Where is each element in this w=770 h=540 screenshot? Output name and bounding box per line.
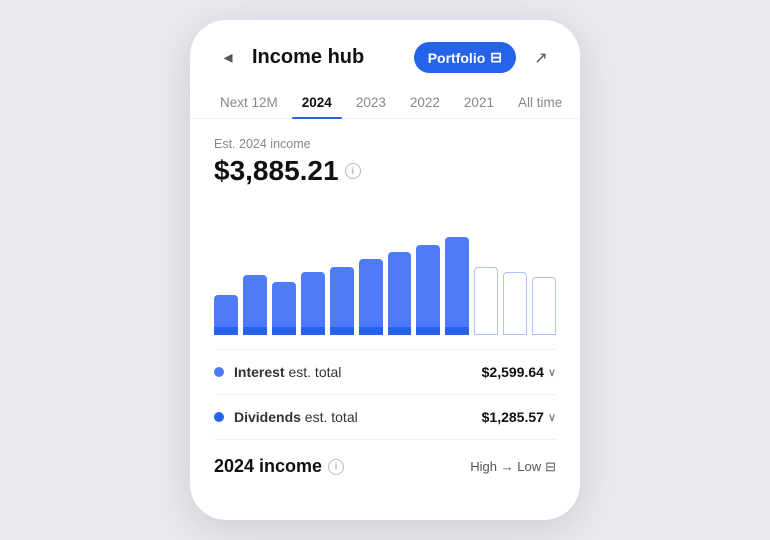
bar-base-outline-11 — [503, 327, 527, 335]
phone-card: ◂ Income hub Portfolio ⊟ ↗ Next 12M 2024… — [190, 20, 580, 520]
legend-item-dividends: Dividends est. total $1,285.57 ∨ — [214, 395, 556, 440]
bar-base-1 — [214, 327, 238, 335]
tab-2024[interactable]: 2024 — [292, 87, 342, 118]
legend: Interest est. total $2,599.64 ∨ Dividend… — [214, 349, 556, 440]
legend-left-interest: Interest est. total — [214, 364, 341, 380]
bar-base-6 — [359, 327, 383, 335]
tab-2021[interactable]: 2021 — [454, 87, 504, 118]
page-title: Income hub — [252, 46, 364, 69]
footer-row: 2024 income i High → Low ⊟ — [190, 440, 580, 477]
bar-filled-8 — [416, 245, 440, 327]
footer-info-icon[interactable]: i — [328, 459, 344, 475]
bar-filled-3 — [272, 282, 296, 327]
bar-6 — [359, 205, 383, 335]
bar-outline-12 — [532, 277, 556, 327]
bar-filled-5 — [330, 267, 354, 327]
bar-base-outline-12 — [532, 327, 556, 335]
bar-filled-7 — [388, 252, 412, 327]
bar-base-5 — [330, 327, 354, 335]
bar-chart — [214, 205, 556, 335]
portfolio-filter-icon: ⊟ — [490, 49, 502, 66]
bar-12 — [532, 205, 556, 335]
bar-filled-1 — [214, 295, 238, 327]
dividends-dot — [214, 412, 224, 422]
bar-1 — [214, 205, 238, 335]
bar-filled-4 — [301, 272, 325, 327]
dividends-label: Dividends est. total — [234, 409, 358, 425]
back-button[interactable]: ◂ — [214, 44, 242, 72]
bar-5 — [330, 205, 354, 335]
bar-outline-11 — [503, 272, 527, 327]
bar-filled-9 — [445, 237, 469, 327]
tab-alltime[interactable]: All time — [508, 87, 572, 118]
income-value: $3,885.21 — [214, 155, 339, 187]
bar-outline-10 — [474, 267, 498, 327]
income-info-icon[interactable]: i — [345, 163, 361, 179]
bar-filled-6 — [359, 259, 383, 327]
share-button[interactable]: ↗ — [526, 43, 556, 73]
footer-filter-icon: ⊟ — [545, 459, 556, 475]
footer-filter-button[interactable]: High → Low ⊟ — [470, 459, 556, 475]
header-right: Portfolio ⊟ ↗ — [414, 42, 556, 73]
income-amount-row: $3,885.21 i — [214, 155, 556, 187]
portfolio-button[interactable]: Portfolio ⊟ — [414, 42, 516, 73]
interest-label: Interest est. total — [234, 364, 341, 380]
bar-base-2 — [243, 327, 267, 335]
bar-base-4 — [301, 327, 325, 335]
tab-next12m[interactable]: Next 12M — [210, 87, 288, 118]
bar-10 — [474, 205, 498, 335]
tab-bar: Next 12M 2024 2023 2022 2021 All time — [190, 87, 580, 119]
legend-item-interest: Interest est. total $2,599.64 ∨ — [214, 350, 556, 395]
bar-base-outline-10 — [474, 327, 498, 335]
footer-title: 2024 income i — [214, 456, 344, 477]
header-left: ◂ Income hub — [214, 44, 364, 72]
bar-8 — [416, 205, 440, 335]
bar-11 — [503, 205, 527, 335]
bar-base-7 — [388, 327, 412, 335]
header: ◂ Income hub Portfolio ⊟ ↗ — [190, 20, 580, 87]
interest-value[interactable]: $2,599.64 ∨ — [482, 364, 556, 380]
bar-9 — [445, 205, 469, 335]
legend-left-dividends: Dividends est. total — [214, 409, 358, 425]
bar-2 — [243, 205, 267, 335]
bar-4 — [301, 205, 325, 335]
bar-3 — [272, 205, 296, 335]
bar-base-3 — [272, 327, 296, 335]
bar-base-9 — [445, 327, 469, 335]
bar-filled-2 — [243, 275, 267, 327]
est-income-label: Est. 2024 income — [214, 137, 556, 151]
tab-2022[interactable]: 2022 — [400, 87, 450, 118]
tab-2023[interactable]: 2023 — [346, 87, 396, 118]
bar-base-8 — [416, 327, 440, 335]
interest-chevron-icon: ∨ — [548, 366, 556, 379]
dividends-chevron-icon: ∨ — [548, 411, 556, 424]
bar-7 — [388, 205, 412, 335]
portfolio-label: Portfolio — [428, 50, 486, 66]
interest-dot — [214, 367, 224, 377]
dividends-value[interactable]: $1,285.57 ∨ — [482, 409, 556, 425]
content-area: Est. 2024 income $3,885.21 i — [190, 119, 580, 440]
